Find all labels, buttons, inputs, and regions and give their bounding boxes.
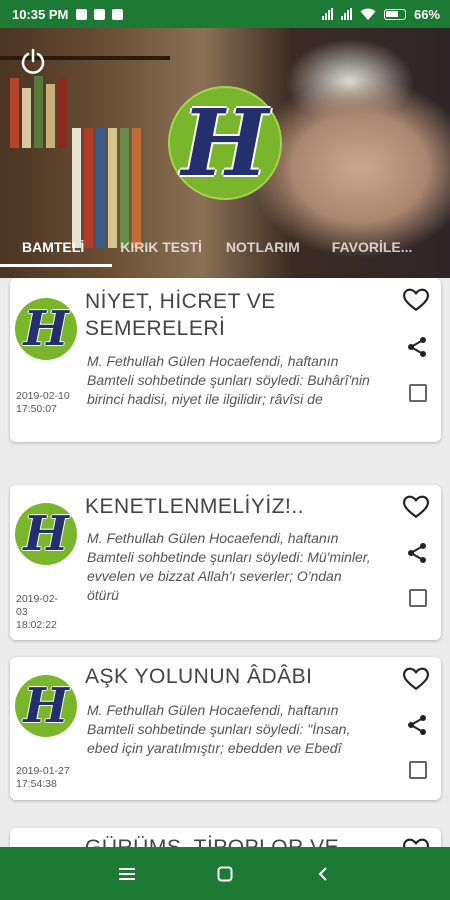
battery-percent: 66% xyxy=(413,6,440,22)
list-item[interactable]: H AŞK YOLUNUN ÂDÂBI M. Fethullah Gülen H… xyxy=(10,657,441,800)
heart-icon[interactable] xyxy=(403,288,429,312)
item-excerpt: M. Fethullah Gülen Hocaefendi, haftanın … xyxy=(87,353,370,407)
item-logo: H xyxy=(15,503,77,565)
back-button[interactable] xyxy=(310,861,336,887)
item-excerpt: M. Fethullah Gülen Hocaefendi, haftanın … xyxy=(87,530,371,603)
share-icon[interactable] xyxy=(405,713,429,737)
menu-button[interactable] xyxy=(114,861,140,887)
tab-indicator xyxy=(0,264,112,267)
signal-icon xyxy=(321,8,333,20)
item-title: KENETLENMELİYİZ!.. xyxy=(85,495,305,518)
item-logo: H xyxy=(15,675,77,737)
header-banner: H BAMTELİ KIRIK TESTİ NOTLARIM FAVORİLE.… xyxy=(0,28,450,278)
item-date: 2019-02-03 18:02:22 xyxy=(16,593,59,631)
notification-icon xyxy=(94,8,106,20)
heart-icon[interactable] xyxy=(403,495,429,519)
app-logo: H xyxy=(168,86,282,200)
share-icon[interactable] xyxy=(405,541,429,565)
list-item[interactable]: H KENETLENMELİYİZ!.. M. Fethullah Gülen … xyxy=(10,485,441,640)
list-item[interactable]: H NİYET, HİCRET VE SEMERELERİ M. Fethull… xyxy=(10,278,441,442)
tab-bamteli[interactable]: BAMTELİ xyxy=(0,239,96,255)
system-nav-bar xyxy=(0,847,450,900)
tab-kirik-testi[interactable]: KIRIK TESTİ xyxy=(96,239,214,255)
item-date: 2019-02-10 17:50:07 xyxy=(16,390,70,415)
item-title: NİYET, HİCRET VE SEMERELERİ xyxy=(85,290,276,340)
tab-notlarim[interactable]: NOTLARIM xyxy=(214,239,312,255)
notification-icon xyxy=(76,8,88,20)
back-chevron-icon xyxy=(318,866,327,881)
home-square-icon xyxy=(217,866,233,881)
signal-icon xyxy=(340,8,352,20)
status-bar: 10:35 PM 66% xyxy=(0,0,450,28)
favorite-checkbox[interactable] xyxy=(409,384,427,402)
notification-icon xyxy=(112,8,124,20)
item-excerpt: M. Fethullah Gülen Hocaefendi, haftanın … xyxy=(87,702,351,756)
menu-icon xyxy=(119,867,135,880)
home-button[interactable] xyxy=(212,861,238,887)
tab-favoriler[interactable]: FAVORİLE... xyxy=(312,239,425,255)
item-logo: H xyxy=(15,298,77,360)
favorite-checkbox[interactable] xyxy=(409,761,427,779)
share-icon[interactable] xyxy=(405,335,429,359)
item-title: AŞK YOLUNUN ÂDÂBI xyxy=(85,665,313,688)
heart-icon[interactable] xyxy=(403,667,429,691)
battery-icon xyxy=(383,8,406,20)
status-time: 10:35 PM xyxy=(12,6,69,22)
favorite-checkbox[interactable] xyxy=(409,589,427,607)
wifi-icon xyxy=(360,8,376,20)
item-date: 2019-01-27 17:54:38 xyxy=(16,765,70,790)
power-icon[interactable] xyxy=(18,46,48,76)
